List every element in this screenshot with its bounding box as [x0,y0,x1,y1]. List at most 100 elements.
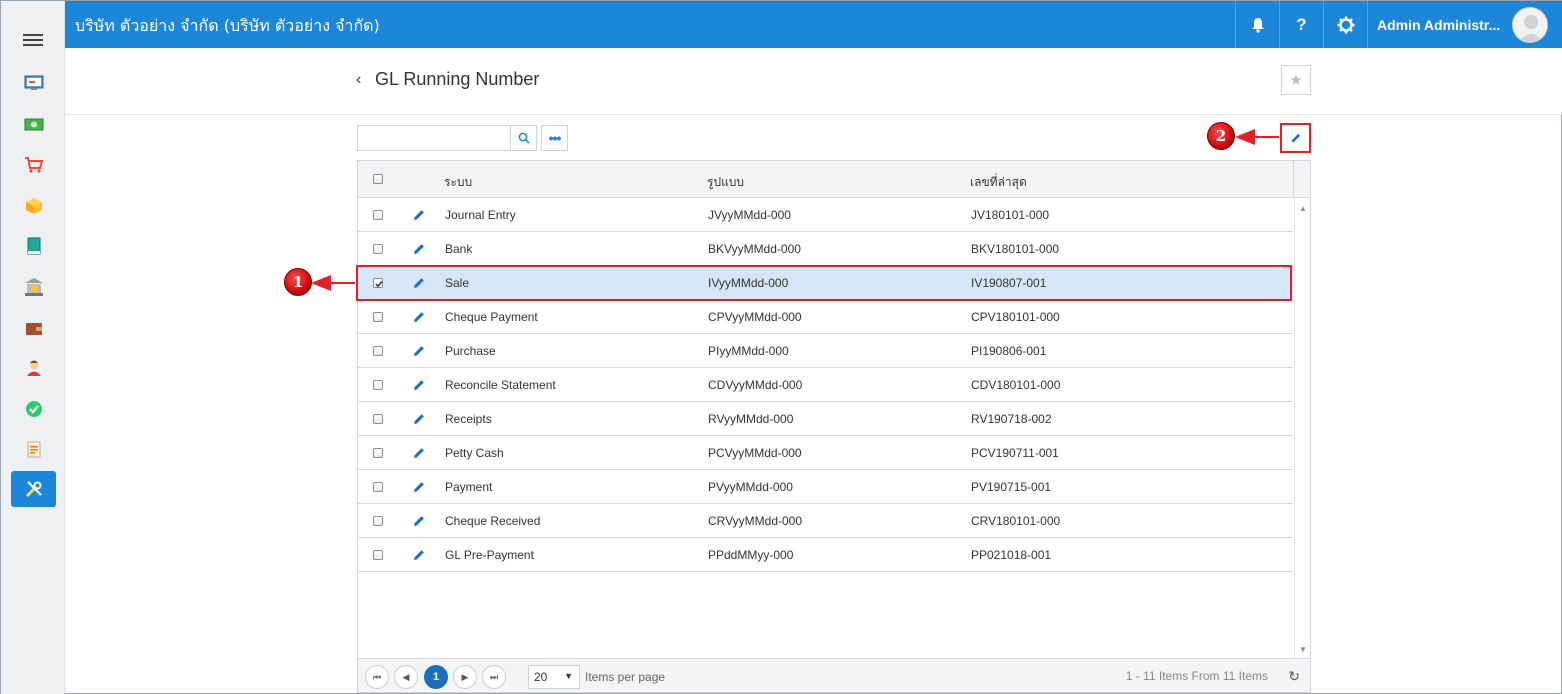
table-row[interactable]: Petty Cash PCVyyMMdd-000 PCV190711-001 [358,436,1293,470]
last-page-button[interactable]: ⏭ [482,665,506,689]
sidebar-item-dashboard[interactable] [11,65,56,101]
more-options-button[interactable]: ••• [541,125,568,151]
cell-latest: IV190807-001 [971,276,1047,290]
pencil-icon[interactable] [412,446,426,460]
pencil-icon[interactable] [412,276,426,290]
row-checkbox[interactable] [373,210,383,220]
sidebar-item-hr[interactable] [11,350,56,386]
edit-button[interactable] [1280,123,1311,153]
callout-1: 1 [284,268,312,296]
table-row[interactable]: Sale IVyyMMdd-000 IV190807-001 [358,266,1293,300]
person-icon [26,360,41,376]
cart-icon [24,157,43,173]
pencil-icon [1291,133,1300,143]
cell-system: Cheque Payment [445,310,538,324]
sidebar-item-report[interactable] [11,431,56,467]
cell-latest: PV190715-001 [971,480,1052,494]
cell-system: Journal Entry [445,208,516,222]
page-size-value: 20 [534,670,548,684]
pencil-icon[interactable] [412,310,426,324]
cell-format: CPVyyMMdd-000 [708,310,802,324]
pager: ⏮ ◀ 1 ▶ ⏭ 20 ▼ Items per page 1 - 11 Ite… [358,658,1310,692]
row-checkbox[interactable] [373,312,383,322]
row-checkbox[interactable] [373,278,383,288]
avatar[interactable] [1512,7,1548,43]
cell-format: RVyyMMdd-000 [708,412,794,426]
favorite-button[interactable]: ★ [1281,65,1311,95]
cell-system: Payment [445,480,493,494]
prev-page-button[interactable]: ◀ [394,665,418,689]
pencil-icon[interactable] [412,480,426,494]
table-row[interactable]: Cheque Received CRVyyMMdd-000 CRV180101-00… [358,504,1293,538]
first-page-button[interactable]: ⏮ [365,665,389,689]
table-row[interactable]: Cheque Payment CPVyyMMdd-000 CPV180101-000 [358,300,1293,334]
scroll-down-icon[interactable]: ▼ [1299,645,1307,654]
cell-format: PPddMMyy-000 [708,548,794,562]
money-icon [24,118,43,131]
table-row[interactable]: Purchase PIyyMMdd-000 PI190806-001 [358,334,1293,368]
row-checkbox[interactable] [373,244,383,254]
pencil-icon[interactable] [412,344,426,358]
settings-button[interactable] [1323,1,1367,48]
back-icon[interactable]: ‹ [356,71,361,89]
table-row[interactable]: Payment PVyyMMdd-000 PV190715-001 [358,470,1293,504]
bank-icon [24,278,43,296]
sidebar-item-ledger[interactable] [11,228,56,264]
user-name[interactable]: Admin Administr... [1377,17,1500,33]
table-row[interactable]: Bank BKVyyMMdd-000 BKV180101-000 [358,232,1293,266]
help-icon: ? [1296,14,1307,34]
notification-button[interactable] [1235,1,1279,48]
cell-format: JVyyMMdd-000 [708,208,791,222]
table-row[interactable]: Receipts RVyyMMdd-000 RV190718-002 [358,402,1293,436]
running-number-grid: ระบบ รูปแบบ เลขที่ล่าสุด Journal Entry JV… [357,160,1311,693]
pencil-icon[interactable] [412,548,426,562]
sidebar-item-bank[interactable] [11,269,56,305]
row-checkbox[interactable] [373,448,383,458]
row-checkbox[interactable] [373,380,383,390]
company-name[interactable]: บริษัท ตัวอย่าง จำกัด (บริษัท ตัวอย่าง จ… [75,14,380,39]
refresh-icon[interactable]: ↻ [1288,668,1300,685]
cell-latest: JV180101-000 [971,208,1050,222]
sidebar-item-approve[interactable] [11,391,56,427]
pencil-icon[interactable] [412,378,426,392]
box-icon [25,198,42,214]
row-checkbox[interactable] [373,346,383,356]
row-checkbox[interactable] [373,414,383,424]
table-row[interactable]: Reconcile Statement CDVyyMMdd-000 CDV18010… [358,368,1293,402]
grid-header: ระบบ รูปแบบ เลขที่ล่าสุด [358,161,1310,198]
table-row[interactable]: GL Pre-Payment PPddMMyy-000 PP021018-001 [358,538,1293,572]
row-checkbox[interactable] [373,550,383,560]
vertical-scrollbar[interactable]: ▲ ▼ [1294,198,1310,658]
search-input[interactable] [357,125,511,151]
cell-latest: CRV180101-000 [971,514,1061,528]
cell-system: Petty Cash [445,446,504,460]
cell-system: Sale [445,276,470,290]
sidebar-item-sales[interactable] [11,147,56,183]
column-header-system[interactable]: ระบบ [444,173,472,192]
page-number-button[interactable]: 1 [424,665,448,689]
row-checkbox[interactable] [373,482,383,492]
scroll-up-icon[interactable]: ▲ [1299,204,1307,213]
sidebar-item-settings[interactable] [11,471,56,507]
column-header-format[interactable]: รูปแบบ [707,173,744,192]
cell-system: Purchase [445,344,496,358]
pencil-icon[interactable] [412,412,426,426]
pencil-icon[interactable] [412,242,426,256]
column-header-latest[interactable]: เลขที่ล่าสุด [970,173,1027,192]
sidebar-item-finance[interactable] [11,106,56,142]
row-checkbox[interactable] [373,516,383,526]
next-page-button[interactable]: ▶ [453,665,477,689]
table-row[interactable]: Journal Entry JVyyMMdd-000 JV180101-000 [358,198,1293,232]
sidebar-item-inventory[interactable] [11,188,56,224]
menu-icon[interactable] [23,34,43,48]
cell-latest: CPV180101-000 [971,310,1060,324]
pencil-icon[interactable] [412,208,426,222]
left-sidebar [1,1,65,694]
pencil-icon[interactable] [412,514,426,528]
sidebar-item-wallet[interactable] [11,310,56,346]
search-button[interactable] [511,125,537,151]
help-button[interactable]: ? [1279,1,1323,48]
select-all-checkbox[interactable] [373,174,383,184]
page-size-select[interactable]: 20 ▼ [528,665,580,689]
bell-icon [1251,17,1264,33]
